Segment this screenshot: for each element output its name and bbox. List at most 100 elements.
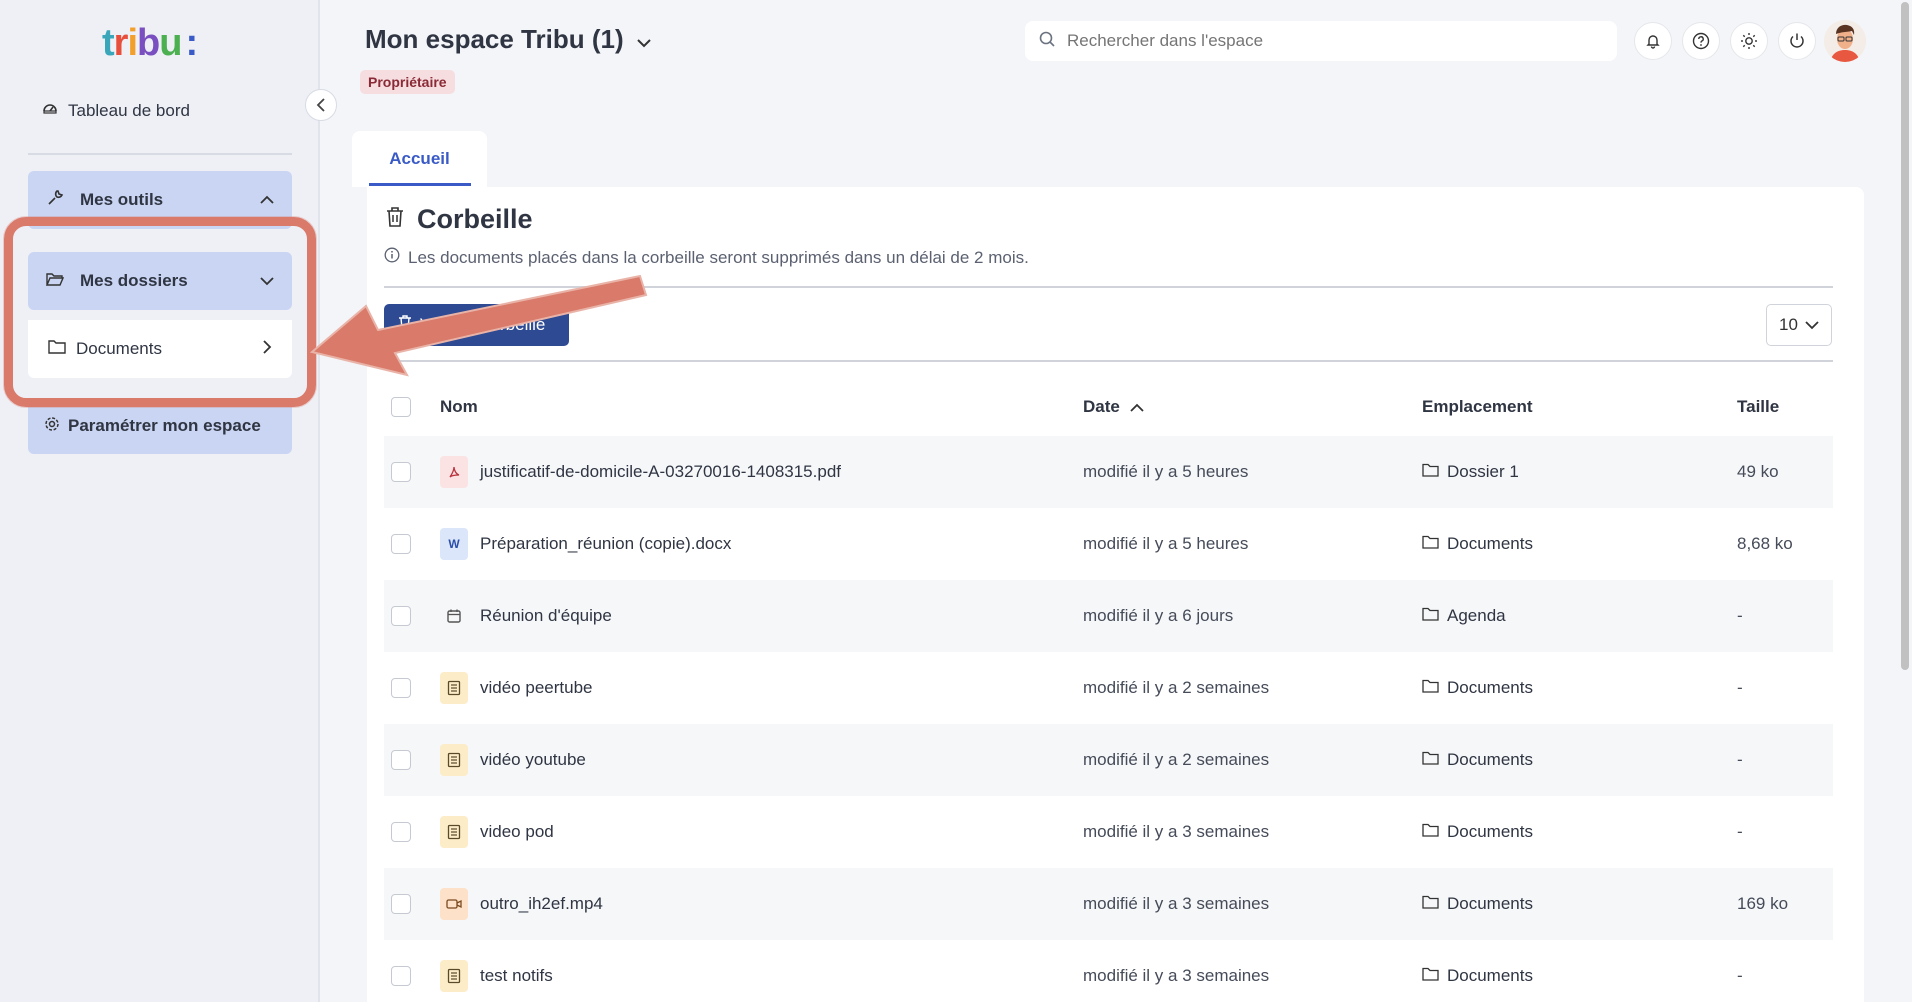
- table-row[interactable]: vidéo peertube modifié il y a 2 semaines D…: [384, 652, 1833, 724]
- search-bar[interactable]: [1025, 21, 1617, 61]
- file-location[interactable]: Documents: [1422, 822, 1533, 842]
- table-row[interactable]: justificatif-de-domicile-A-03270016-1408…: [384, 436, 1833, 508]
- folder-open-icon: [45, 271, 65, 292]
- file-date: modifié il y a 5 heures: [1083, 534, 1249, 553]
- trash-icon: [385, 204, 405, 235]
- dashboard-icon: [42, 100, 58, 121]
- empty-trash-button[interactable]: Vider la corbeille: [384, 304, 569, 346]
- bell-icon: [1646, 35, 1660, 49]
- page-icon: [440, 744, 468, 776]
- select-all-checkbox[interactable]: [391, 397, 411, 417]
- section-header: Corbeille: [385, 204, 533, 235]
- sidebar-item-folders[interactable]: Mes dossiers: [28, 252, 292, 310]
- sidebar-item-label: Documents: [76, 339, 162, 358]
- file-name: vidéo peertube: [480, 678, 593, 697]
- folder-icon: [1422, 534, 1439, 554]
- avatar[interactable]: [1824, 20, 1866, 62]
- per-page-select[interactable]: 10: [1766, 304, 1832, 346]
- row-checkbox[interactable]: [391, 606, 411, 626]
- file-date: modifié il y a 3 semaines: [1083, 894, 1270, 913]
- status-badge: Propriétaire: [360, 70, 455, 94]
- folder-icon: [48, 339, 66, 359]
- video-file-icon: [440, 888, 468, 920]
- column-header-size[interactable]: Taille: [1737, 397, 1779, 417]
- button-label: Vider la corbeille: [420, 315, 546, 334]
- collapse-sidebar-button[interactable]: [305, 89, 337, 121]
- file-name-cell[interactable]: test notifs: [440, 960, 553, 992]
- page-icon: [440, 960, 468, 992]
- file-name: test notifs: [480, 966, 553, 985]
- file-date: modifié il y a 5 heures: [1083, 462, 1249, 481]
- file-name-cell[interactable]: outro_ih2ef.mp4: [440, 888, 603, 920]
- notifications-button[interactable]: [1634, 22, 1672, 60]
- sidebar-divider: [28, 153, 292, 155]
- file-name-cell[interactable]: video pod: [440, 816, 554, 848]
- row-checkbox[interactable]: [391, 534, 411, 554]
- table-row[interactable]: W Préparation_réunion (copie).docx modifié…: [384, 508, 1833, 580]
- sidebar: tribu: Tableau de bord Mes outils Mes do…: [0, 0, 320, 1002]
- file-name-cell[interactable]: Réunion d'équipe: [440, 600, 612, 632]
- space-switcher[interactable]: Mon espace Tribu (1): [365, 24, 652, 55]
- info-icon: [384, 247, 400, 268]
- sidebar-item-label: Paramétrer mon espace: [68, 416, 261, 435]
- table-row[interactable]: vidéo youtube modifié il y a 2 semaines Do…: [384, 724, 1833, 796]
- table-row[interactable]: video pod modifié il y a 3 semaines Docume…: [384, 796, 1833, 868]
- row-checkbox[interactable]: [391, 750, 411, 770]
- file-name-cell[interactable]: vidéo youtube: [440, 744, 586, 776]
- table-row[interactable]: Réunion d'équipe modifié il y a 6 jours Ag…: [384, 580, 1833, 652]
- sidebar-item-label: Mes dossiers: [80, 271, 188, 290]
- column-header-location[interactable]: Emplacement: [1422, 397, 1533, 417]
- chevron-down-icon: [1805, 315, 1819, 335]
- sun-icon: [1741, 33, 1757, 49]
- highlight-frame: [4, 217, 316, 407]
- sidebar-item-dashboard[interactable]: Tableau de bord: [42, 100, 190, 121]
- page-title: Mon espace Tribu (1): [365, 24, 624, 54]
- file-name: Réunion d'équipe: [480, 606, 612, 625]
- logout-button[interactable]: [1778, 22, 1816, 60]
- trash-icon: [398, 315, 412, 335]
- location-label: Documents: [1447, 822, 1533, 841]
- sidebar-item-documents[interactable]: Documents: [28, 320, 292, 378]
- info-text: Les documents placés dans la corbeille s…: [408, 247, 1029, 267]
- file-name-cell[interactable]: justificatif-de-domicile-A-03270016-1408…: [440, 456, 841, 488]
- sidebar-item-tools[interactable]: Mes outils: [28, 171, 292, 229]
- file-location[interactable]: Agenda: [1422, 606, 1506, 626]
- column-header-date[interactable]: Date: [1083, 397, 1144, 417]
- power-icon: [1790, 33, 1804, 48]
- page-icon: [440, 816, 468, 848]
- file-name-cell[interactable]: W Préparation_réunion (copie).docx: [440, 528, 731, 560]
- file-location[interactable]: Documents: [1422, 966, 1533, 986]
- file-name: video pod: [480, 822, 554, 841]
- row-checkbox[interactable]: [391, 462, 411, 482]
- file-location[interactable]: Documents: [1422, 750, 1533, 770]
- row-checkbox[interactable]: [391, 894, 411, 914]
- row-checkbox[interactable]: [391, 966, 411, 986]
- divider: [384, 286, 1833, 288]
- folder-icon: [1422, 822, 1439, 842]
- page-icon: [440, 672, 468, 704]
- sidebar-item-settings[interactable]: Paramétrer mon espace: [28, 398, 292, 454]
- file-size: -: [1737, 606, 1743, 625]
- file-name: outro_ih2ef.mp4: [480, 894, 603, 913]
- file-location[interactable]: Dossier 1: [1422, 462, 1519, 482]
- column-header-label: Date: [1083, 397, 1120, 416]
- file-size: -: [1737, 822, 1743, 841]
- table-row[interactable]: outro_ih2ef.mp4 modifié il y a 3 semaines…: [384, 868, 1833, 940]
- search-input[interactable]: [1067, 31, 1603, 51]
- tab-accueil[interactable]: Accueil: [352, 131, 487, 187]
- row-checkbox[interactable]: [391, 678, 411, 698]
- table-row[interactable]: test notifs modifié il y a 3 semaines Docu…: [384, 940, 1833, 1002]
- file-location[interactable]: Documents: [1422, 894, 1533, 914]
- file-name-cell[interactable]: vidéo peertube: [440, 672, 592, 704]
- scrollbar[interactable]: [1901, 2, 1909, 670]
- gear-icon: [44, 416, 60, 437]
- row-checkbox[interactable]: [391, 822, 411, 842]
- tribu-logo[interactable]: tribu:: [102, 22, 198, 65]
- theme-toggle-button[interactable]: [1730, 22, 1768, 60]
- file-location[interactable]: Documents: [1422, 534, 1533, 554]
- file-date: modifié il y a 2 semaines: [1083, 678, 1270, 697]
- file-size: 169 ko: [1737, 894, 1789, 913]
- file-location[interactable]: Documents: [1422, 678, 1533, 698]
- help-button[interactable]: [1682, 22, 1720, 60]
- column-header-name[interactable]: Nom: [440, 397, 478, 417]
